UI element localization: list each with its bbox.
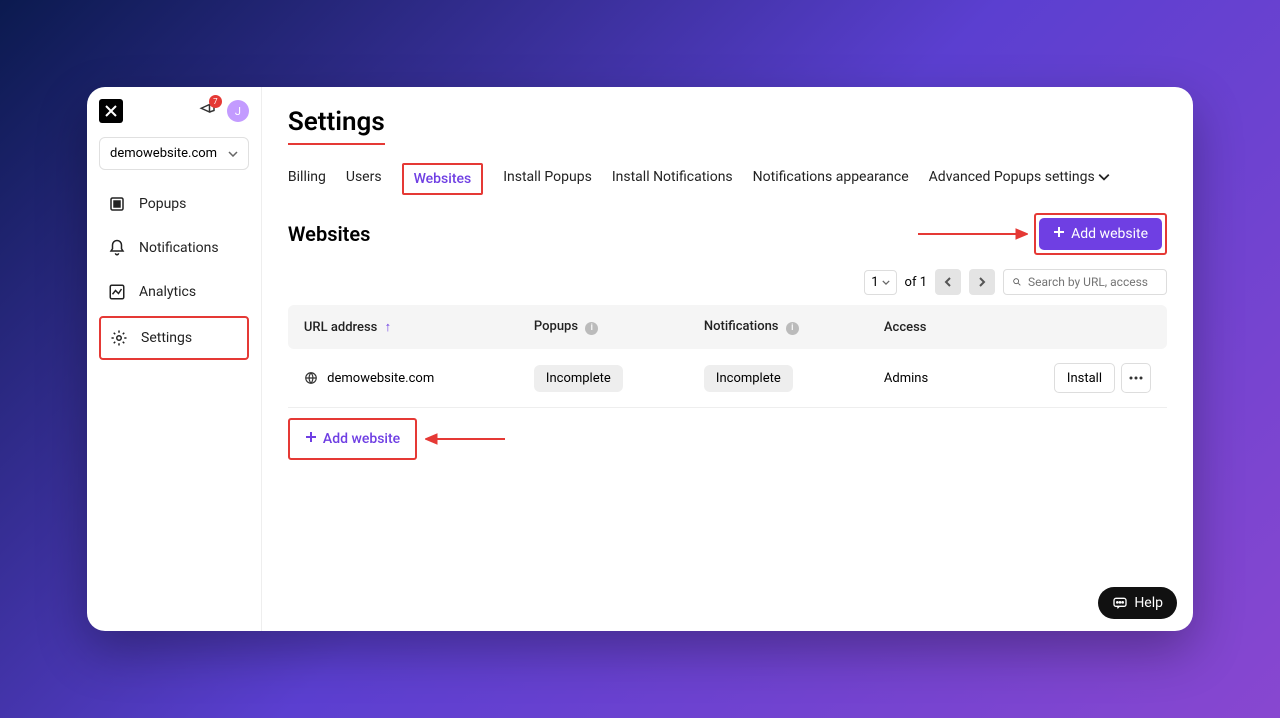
sidebar-item-settings[interactable]: Settings <box>99 316 249 360</box>
search-box[interactable] <box>1003 269 1167 295</box>
avatar[interactable]: J <box>227 100 249 122</box>
app-window: 7 J demowebsite.com Popups Notifications <box>87 87 1193 631</box>
add-website-row-highlight: Add website <box>288 418 417 460</box>
sidebar-item-analytics[interactable]: Analytics <box>99 272 249 312</box>
section-header: Websites Add website <box>288 213 1167 255</box>
add-website-highlight: Add website <box>1034 213 1167 255</box>
page-title: Settings <box>288 107 385 145</box>
info-icon: i <box>786 322 799 335</box>
tab-install-notifications[interactable]: Install Notifications <box>612 163 733 195</box>
column-access[interactable]: Access <box>884 320 1054 335</box>
site-selector[interactable]: demowebsite.com <box>99 137 249 170</box>
add-website-row-button[interactable]: Add website <box>293 423 412 455</box>
tab-advanced-popups[interactable]: Advanced Popups settings <box>929 163 1111 195</box>
sidebar-item-popups[interactable]: Popups <box>99 184 249 224</box>
search-input[interactable] <box>1028 275 1158 289</box>
sidebar-item-label: Notifications <box>139 240 219 256</box>
annotation-arrow-icon <box>918 225 1028 243</box>
cell-popups: Incomplete <box>534 365 704 392</box>
add-website-button[interactable]: Add website <box>1039 218 1162 250</box>
next-page-button[interactable] <box>969 269 995 295</box>
prev-page-button[interactable] <box>935 269 961 295</box>
announcements-icon[interactable]: 7 <box>199 100 217 122</box>
sidebar: 7 J demowebsite.com Popups Notifications <box>87 87 262 631</box>
analytics-icon <box>107 282 127 302</box>
column-popups[interactable]: Popups i <box>534 319 704 335</box>
plus-icon <box>1053 226 1065 242</box>
gear-icon <box>109 328 129 348</box>
sidebar-top: 7 J <box>99 99 249 123</box>
more-icon <box>1129 376 1143 380</box>
chevron-down-icon <box>1098 169 1110 185</box>
tab-billing[interactable]: Billing <box>288 163 326 195</box>
cell-access: Admins <box>884 371 1054 386</box>
table-row: demowebsite.com Incomplete Incomplete Ad… <box>288 349 1167 408</box>
cell-notifications: Incomplete <box>704 365 884 392</box>
sidebar-item-notifications[interactable]: Notifications <box>99 228 249 268</box>
info-icon: i <box>585 322 598 335</box>
annotation-arrow-icon <box>425 430 505 448</box>
tab-notifications-appearance[interactable]: Notifications appearance <box>753 163 909 195</box>
help-button[interactable]: Help <box>1098 587 1177 619</box>
cell-url: demowebsite.com <box>304 371 534 386</box>
sidebar-item-label: Analytics <box>139 284 196 300</box>
row-menu-button[interactable] <box>1121 363 1151 393</box>
chevron-left-icon <box>944 277 952 287</box>
tab-websites[interactable]: Websites <box>402 163 484 195</box>
sidebar-item-label: Popups <box>139 196 186 212</box>
sidebar-item-label: Settings <box>141 330 192 346</box>
popups-icon <box>107 194 127 214</box>
sort-asc-icon: ↑ <box>385 320 392 335</box>
install-button[interactable]: Install <box>1054 363 1115 393</box>
page-number-select[interactable]: 1 <box>864 270 896 295</box>
page-of-label: of 1 <box>905 275 927 290</box>
globe-icon <box>304 371 327 386</box>
chevron-right-icon <box>978 277 986 287</box>
column-notifications[interactable]: Notifications i <box>704 319 884 335</box>
bell-icon <box>107 238 127 258</box>
search-icon <box>1012 275 1022 289</box>
site-selector-label: demowebsite.com <box>110 146 217 161</box>
notification-badge: 7 <box>209 95 222 108</box>
chevron-down-icon <box>228 146 238 161</box>
plus-icon <box>305 431 317 447</box>
section-title: Websites <box>288 222 371 246</box>
chat-icon <box>1112 595 1128 611</box>
table-controls: 1 of 1 <box>288 269 1167 295</box>
tab-users[interactable]: Users <box>346 163 382 195</box>
logo-icon[interactable] <box>99 99 123 123</box>
table-header: URL address ↑ Popups i Notifications i A… <box>288 305 1167 349</box>
tabs: Billing Users Websites Install Popups In… <box>288 163 1167 195</box>
column-url[interactable]: URL address ↑ <box>304 319 534 335</box>
main-content: Settings Billing Users Websites Install … <box>262 87 1193 631</box>
chevron-down-icon <box>882 280 890 285</box>
tab-install-popups[interactable]: Install Popups <box>503 163 592 195</box>
